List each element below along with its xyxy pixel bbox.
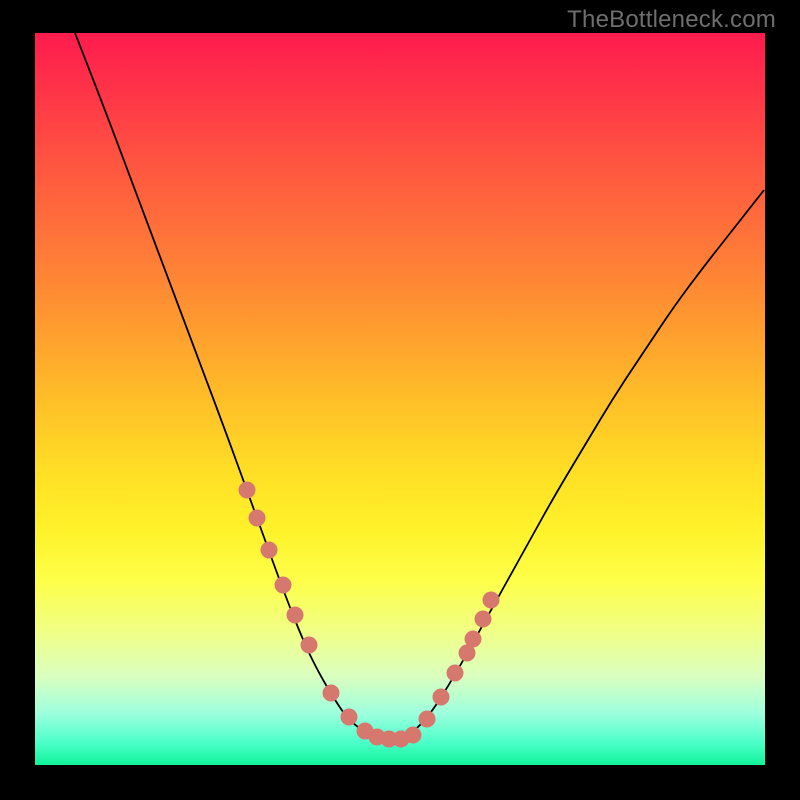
data-marker [405, 727, 422, 744]
data-marker [475, 611, 492, 628]
data-marker [249, 510, 266, 527]
chart-markers [239, 482, 500, 748]
watermark-text: TheBottleneck.com [567, 6, 776, 34]
chart-overlay [35, 33, 765, 765]
data-marker [341, 709, 358, 726]
chart-frame: TheBottleneck.com [0, 0, 800, 800]
data-marker [301, 637, 318, 654]
chart-curve [75, 33, 764, 739]
data-marker [465, 631, 482, 648]
data-marker [447, 665, 464, 682]
data-marker [287, 607, 304, 624]
data-marker [433, 689, 450, 706]
data-marker [419, 711, 436, 728]
data-marker [483, 592, 500, 609]
plot-area [35, 33, 765, 765]
data-marker [275, 577, 292, 594]
data-marker [323, 685, 340, 702]
data-marker [261, 542, 278, 559]
data-marker [239, 482, 256, 499]
